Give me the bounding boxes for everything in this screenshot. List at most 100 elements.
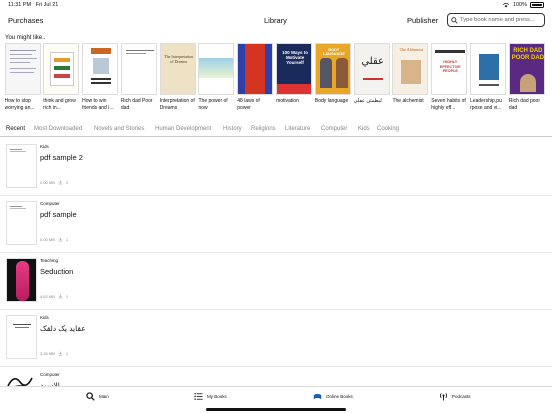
list-item[interactable]: Teaching Seduction 4.62 MB 1 [0,254,552,310]
status-bar: 11:31 PM Fri Jul 21 100% [0,0,552,10]
battery-icon [530,2,544,8]
tab-online-books-label: Online Books [326,394,353,399]
item-size: 4.62 MB [40,294,55,299]
download-icon [58,237,63,242]
book-title: The alchemist [392,98,424,104]
book-title: ليطمئن عقلي [353,98,382,104]
book-card[interactable]: The Interpretation of Dreams Interpretat… [158,43,197,119]
home-indicator[interactable] [206,408,346,411]
item-thumbnail [6,144,37,188]
download-icon [58,351,63,356]
list-item[interactable]: Kids pdf sample 2 0.00 MB 2 [0,140,552,196]
book-card[interactable]: BODY LANGUAGE Body language [313,43,352,119]
book-cover [82,43,119,95]
book-card[interactable]: 100 Ways to Motivate Yourself motivation [275,43,314,119]
item-downloads: 1 [65,351,69,356]
book-cover [120,43,157,95]
tab-religions[interactable]: Religions [251,126,276,132]
book-cover [43,43,80,95]
item-downloads: 1 [65,237,69,242]
tab-my-books-label: My Books [207,394,227,399]
book-cover [237,43,274,95]
book-cover: 100 Ways to Motivate Yourself [276,43,313,95]
tab-cooking[interactable]: Cooking [377,126,399,132]
book-title: Interpretation of Dreams [159,98,195,111]
book-card[interactable]: How to win friends and i... [81,43,120,119]
book-cover: HIGHLY EFFECTIVE PEOPLE [431,43,468,95]
tab-history[interactable]: History [223,126,242,132]
tab-novels-and-stories[interactable]: Novels and Stories [94,126,144,132]
item-title: عقاید یک دلقک [40,324,86,333]
battery-percent: 100% [512,2,527,8]
wifi-icon [502,2,509,8]
item-title: Seduction [40,267,74,276]
book-card[interactable]: The power of now [197,43,236,119]
item-meta: 0.00 MB 1 [40,237,68,242]
search-icon [86,392,95,401]
status-right: 100% [502,2,544,8]
item-title: pdf sample 2 [40,153,83,162]
list-item[interactable]: Kids عقاید یک دلقک 3.26 MB 1 [0,311,552,367]
item-category: Kids [40,315,49,320]
tab-most-downloaded[interactable]: Most Downloaded [34,126,82,132]
section-title: You might like.. [5,35,46,41]
book-card[interactable]: think and grow rich in... [42,43,81,119]
book-card[interactable]: RICH DAD POOR DAD Rich dad poor dad [507,43,546,119]
book-cover: عقلي [353,43,390,95]
book-title: Leadership,pu rpose and vi... [470,98,502,111]
books-icon [313,393,322,400]
search-icon [451,16,458,24]
book-card[interactable]: 48 laws of power [236,43,275,119]
item-thumbnail [6,315,37,359]
tab-kids[interactable]: Kids [358,126,370,132]
tab-my-books[interactable]: My Books [194,392,227,401]
list-item[interactable]: Computer pdf sample 0.00 MB 1 [0,197,552,253]
item-thumbnail [6,201,37,245]
podcast-icon [439,393,448,401]
book-card[interactable]: How to stop worrying an... [3,43,42,119]
book-title: 48 laws of power [237,98,260,111]
book-title: Rich dad poor dad [508,98,540,111]
category-tabs: Recent Most Downloaded Novels and Storie… [0,125,552,137]
tab-literature[interactable]: Literature [285,126,310,132]
book-title: motivation [276,98,299,104]
item-category: Computer [40,201,60,206]
book-card[interactable]: Rich dad Poor dad [119,43,158,119]
tab-main[interactable]: Main [86,392,109,401]
item-size: 0.00 MB [40,180,55,185]
purchases-link[interactable]: Purchases [8,16,43,25]
publisher-link[interactable]: Publisher [407,16,438,25]
book-title: Rich dad Poor dad [120,98,153,111]
item-category: Computer [40,372,60,377]
status-time: 11:31 PM Fri Jul 21 [8,2,59,8]
book-cover: RICH DAD POOR DAD [508,43,545,95]
item-title: pdf sample [40,210,77,219]
book-cover [470,43,507,95]
book-card[interactable]: HIGHLY EFFECTIVE PEOPLE Seven habits of … [430,43,469,119]
item-meta: 4.62 MB 1 [40,294,68,299]
tab-online-books[interactable]: Online Books [313,392,353,401]
item-category: Teaching [40,258,59,263]
book-card[interactable]: The Alchemist The alchemist [391,43,430,119]
tab-podcasts[interactable]: Podcasts [439,392,471,401]
book-cover [4,43,41,95]
bottom-tab-bar: Main My Books Online Books Podcasts [0,386,552,414]
tab-human-development[interactable]: Human Development [155,126,211,132]
book-card[interactable]: عقلي ليطمئن عقلي [352,43,391,119]
download-icon [58,294,63,299]
book-cover: BODY LANGUAGE [314,43,351,95]
item-meta: 0.00 MB 2 [40,180,68,185]
book-cover: The Interpretation of Dreams [159,43,196,95]
item-category: Kids [40,144,49,149]
book-title: think and grow rich in... [43,98,76,111]
recommended-books: How to stop worrying an... think and gro… [3,43,552,119]
book-card[interactable]: Leadership,pu rpose and vi... [469,43,508,119]
book-title: How to stop worrying an... [4,98,35,111]
tab-recent[interactable]: Recent [6,126,25,132]
book-cover [198,43,235,95]
item-size: 3.26 MB [40,351,55,356]
search-input[interactable]: Type book name and press... [447,13,545,27]
tab-computer[interactable]: Computer [321,126,347,132]
tab-podcasts-label: Podcasts [452,394,471,399]
list-icon [194,393,203,400]
